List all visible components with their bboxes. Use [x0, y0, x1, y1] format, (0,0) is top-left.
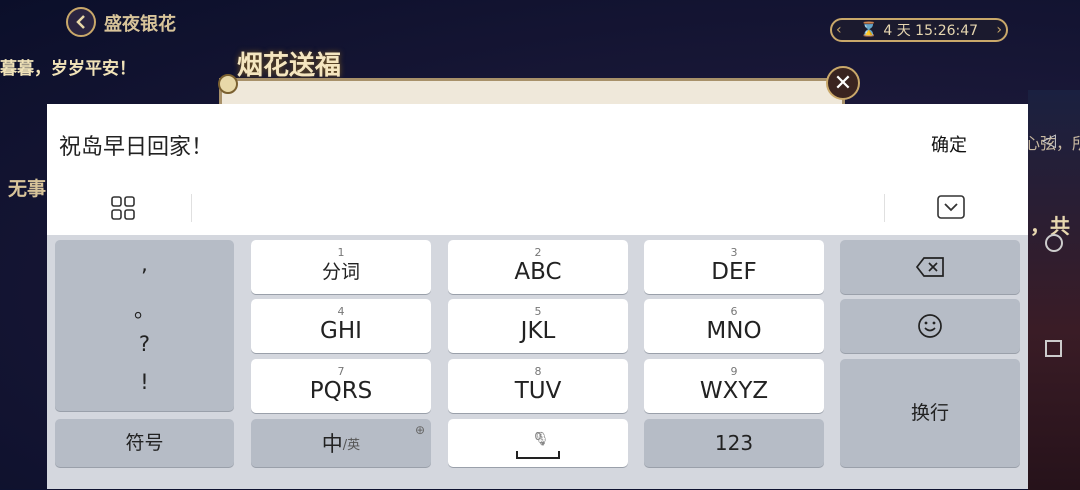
confirm-button[interactable]: 确定	[931, 131, 967, 157]
hourglass-icon: ⌛	[859, 22, 878, 38]
event-title: 盛夜银花	[104, 14, 176, 35]
chevron-left-icon	[76, 15, 85, 29]
toolbar-divider	[191, 194, 192, 222]
microphone-icon: 🎙	[533, 432, 550, 447]
backspace-button[interactable]	[840, 240, 1020, 294]
toolbar-divider	[884, 194, 885, 222]
keyboard-hide-icon[interactable]	[937, 195, 965, 223]
key-label: 分词	[321, 260, 360, 283]
symbol-button[interactable]: 符号	[55, 419, 234, 467]
newline-button[interactable]: 换行	[840, 359, 1020, 467]
punct-question[interactable]: ?	[55, 332, 234, 356]
globe-icon: ⊕	[414, 423, 425, 437]
language-switch-button[interactable]: 中 /英 ⊕	[251, 419, 431, 467]
close-button[interactable]: ✕	[826, 66, 860, 100]
key-label: MNO	[706, 317, 762, 344]
emoji-button[interactable]	[840, 299, 1020, 353]
text-input-field[interactable]: 祝岛早日回家！	[59, 129, 213, 161]
key-3[interactable]: 3 DEF	[644, 240, 824, 294]
nav-back-icon[interactable]: ◁	[1042, 130, 1056, 151]
key-number: 2	[534, 245, 542, 259]
key-number: 6	[730, 304, 738, 318]
input-method-panel: 祝岛早日回家！ 确定 , 。 ? ! 1 分词 2 ABC 3 DEF 4 GH…	[47, 104, 1028, 489]
key-9[interactable]: 9 WXYZ	[644, 359, 824, 413]
key-number: 7	[337, 364, 345, 378]
key-7[interactable]: 7 PQRS	[251, 359, 431, 413]
symbol-label: 符号	[125, 432, 164, 454]
key-number: 1	[337, 245, 345, 259]
back-button[interactable]	[66, 7, 96, 37]
key-number: 9	[730, 364, 738, 378]
punct-period[interactable]: 。	[55, 294, 234, 324]
lang-sub-label: /英	[342, 437, 361, 453]
newline-label: 换行	[910, 402, 949, 424]
key-label: JKL	[520, 317, 556, 344]
timer-left-ornament: ‹	[836, 22, 842, 38]
panel-pin-ornament	[218, 74, 238, 94]
key-1[interactable]: 1 分词	[251, 240, 431, 294]
key-number: 3	[730, 245, 738, 259]
punctuation-column[interactable]: , 。 ? !	[55, 240, 234, 411]
space-bar-icon	[516, 451, 560, 459]
key-label: WXYZ	[699, 377, 769, 404]
emoji-icon	[918, 314, 942, 338]
key-number: 5	[534, 304, 542, 318]
lang-main-label: 中	[321, 432, 343, 456]
punct-exclaim[interactable]: !	[55, 370, 234, 394]
scrolling-blessing-text-2: 无事	[8, 178, 47, 200]
panel-title: 烟花送福	[237, 51, 342, 81]
nav-recents-icon[interactable]	[1045, 340, 1062, 357]
key-label: DEF	[711, 258, 757, 285]
timer-text: 4 天 15:26:47	[883, 23, 979, 39]
nav-home-icon[interactable]	[1045, 234, 1063, 252]
number-mode-label: 123	[714, 431, 754, 455]
key-label: TUV	[514, 377, 562, 404]
scrolling-blessing-text: 暮暮，岁岁平安！	[0, 59, 136, 79]
grid-icon[interactable]	[111, 196, 135, 224]
close-icon: ✕	[833, 70, 853, 96]
key-label: PQRS	[309, 377, 373, 404]
backspace-icon	[915, 257, 944, 277]
key-label: GHI	[320, 317, 362, 344]
number-mode-button[interactable]: 123	[644, 419, 824, 467]
key-number: 8	[534, 364, 542, 378]
key-5[interactable]: 5 JKL	[448, 299, 628, 353]
key-2[interactable]: 2 ABC	[448, 240, 628, 294]
text-input-bar[interactable]: 祝岛早日回家！ 确定	[47, 104, 1028, 182]
key-6[interactable]: 6 MNO	[644, 299, 824, 353]
timer-right-ornament: ›	[996, 22, 1002, 38]
keyboard-toolbar	[47, 181, 1028, 235]
key-8[interactable]: 8 TUV	[448, 359, 628, 413]
key-label: ABC	[514, 258, 562, 285]
punct-comma[interactable]: ,	[55, 252, 234, 276]
countdown-timer: ‹ ⌛ 4 天 15:26:47 ›	[830, 18, 1008, 42]
key-4[interactable]: 4 GHI	[251, 299, 431, 353]
key-number: 4	[337, 304, 345, 318]
